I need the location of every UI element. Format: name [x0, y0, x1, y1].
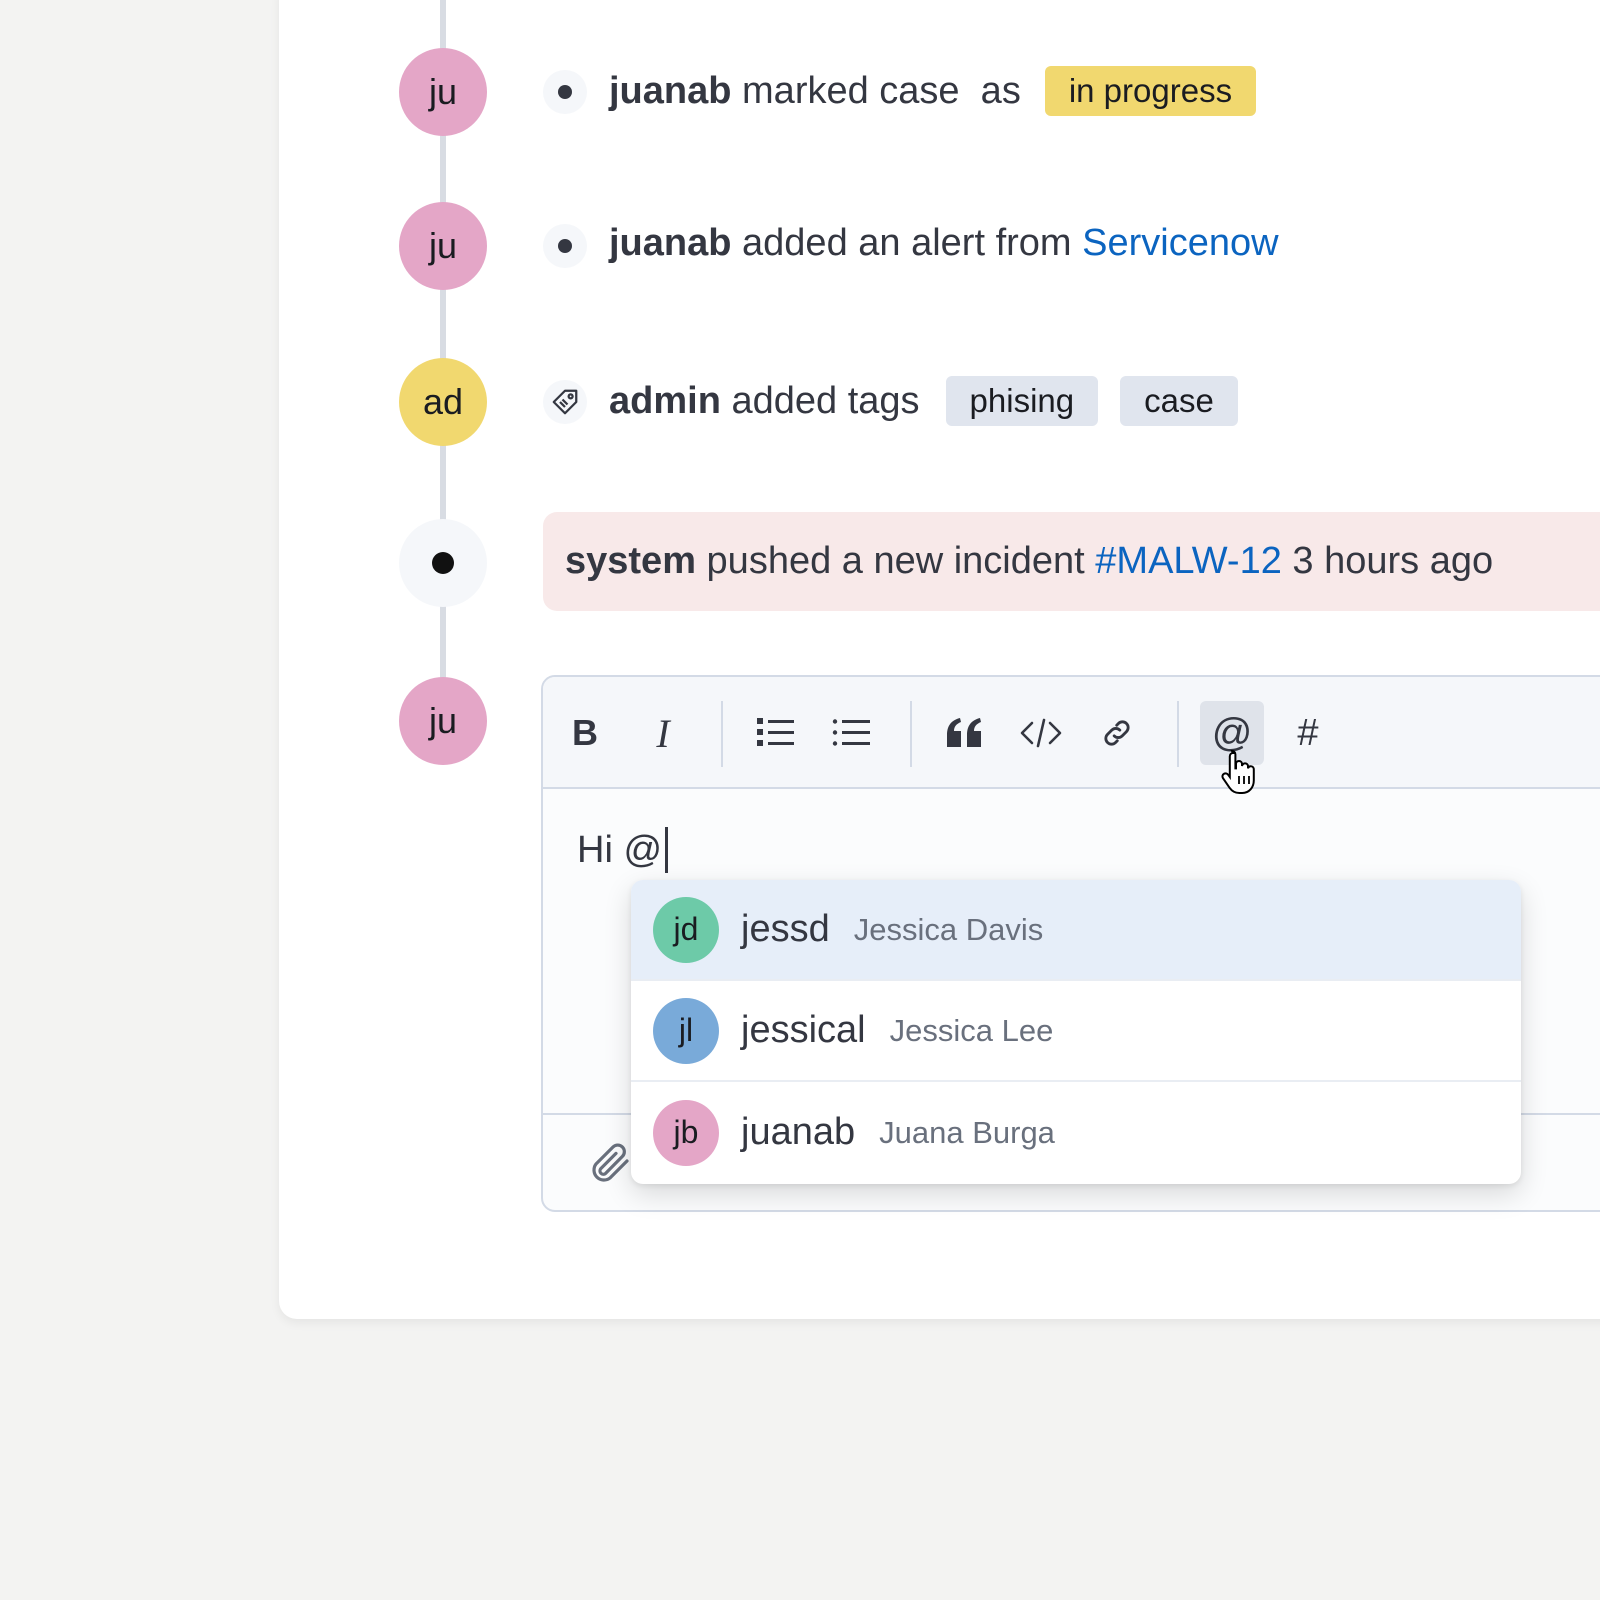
quote-button[interactable] [933, 701, 997, 765]
avatar: jb [653, 1099, 719, 1166]
mention-username: jessd [741, 908, 830, 950]
event-dot-icon [543, 70, 587, 114]
avatar-initials: ju [428, 225, 458, 266]
link-button[interactable] [1085, 701, 1149, 765]
mention-username: jessical [741, 1009, 866, 1051]
system-event: system pushed a new incident #MALW-12 3 … [543, 512, 1600, 611]
code-button[interactable] [1009, 701, 1073, 765]
editor-content[interactable]: Hi @ [577, 827, 669, 873]
editor-text: Hi @ [577, 828, 663, 871]
bold-button[interactable]: B [553, 701, 617, 765]
toolbar-divider [721, 701, 723, 767]
timeline-event: juanab added an alert from Servicenow [609, 222, 1279, 265]
italic-button[interactable]: I [631, 701, 695, 765]
mention-option[interactable]: jb juanab Juana Burga [631, 1082, 1521, 1183]
event-user[interactable]: juanab [609, 222, 731, 265]
system-avatar [399, 519, 487, 607]
ordered-list-button[interactable] [743, 701, 807, 765]
mention-option[interactable]: jl jessical Jessica Lee [631, 981, 1521, 1082]
composer-avatar: ju [399, 677, 487, 765]
event-text: added an alert from [742, 222, 1072, 264]
text-caret [665, 827, 669, 873]
mention-fullname: Juana Burga [879, 1114, 1055, 1150]
event-text: marked case as [742, 69, 1021, 112]
mention-suggestions: jd jessd Jessica Davis jl jessical Jessi… [631, 880, 1521, 1184]
tag-badge[interactable]: case [1120, 376, 1238, 426]
avatar: ju [399, 202, 487, 290]
avatar: ju [399, 48, 487, 136]
link-icon [1104, 720, 1130, 746]
status-badge: in progress [1044, 66, 1257, 116]
code-icon [1020, 718, 1062, 748]
attachment-button[interactable] [587, 1139, 635, 1192]
hashtag-button[interactable]: # [1276, 701, 1340, 765]
event-user[interactable]: admin [609, 380, 721, 423]
tag-icon [543, 380, 587, 424]
avatar-initials: ju [428, 71, 458, 112]
bullet-list-button[interactable] [819, 701, 883, 765]
alert-source-link[interactable]: Servicenow [1082, 222, 1278, 265]
avatar: jd [653, 896, 719, 963]
event-time: 3 hours ago [1292, 540, 1494, 582]
editor-toolbar: B I @ # [543, 677, 1600, 789]
event-dot-icon [543, 224, 587, 268]
mention-option[interactable]: jd jessd Jessica Davis [631, 880, 1521, 981]
mention-fullname: Jessica Davis [853, 911, 1044, 947]
ordered-list-icon [757, 718, 794, 746]
avatar-initials: ad [422, 381, 464, 422]
event-user: system [565, 540, 696, 582]
avatar-initials: ju [428, 700, 458, 741]
timeline-event: admin added tags phising case [609, 376, 1238, 426]
event-text: added tags [731, 379, 920, 422]
event-user[interactable]: juanab [609, 70, 731, 113]
hand-cursor-icon [1220, 748, 1260, 803]
quote-icon [947, 718, 981, 747]
paperclip-icon [592, 1143, 629, 1182]
avatar: jl [653, 997, 719, 1064]
tag-badge[interactable]: phising [945, 376, 1099, 426]
toolbar-divider [1177, 701, 1179, 767]
bullet-list-icon [832, 719, 870, 746]
avatar: ad [399, 358, 487, 446]
timeline-event: juanab marked case as in progress [609, 66, 1257, 116]
toolbar-divider [910, 701, 912, 767]
incident-link[interactable]: #MALW-12 [1095, 540, 1282, 583]
mention-username: juanab [741, 1111, 856, 1153]
mention-fullname: Jessica Lee [889, 1012, 1054, 1048]
event-text: pushed a new incident [706, 540, 1085, 582]
